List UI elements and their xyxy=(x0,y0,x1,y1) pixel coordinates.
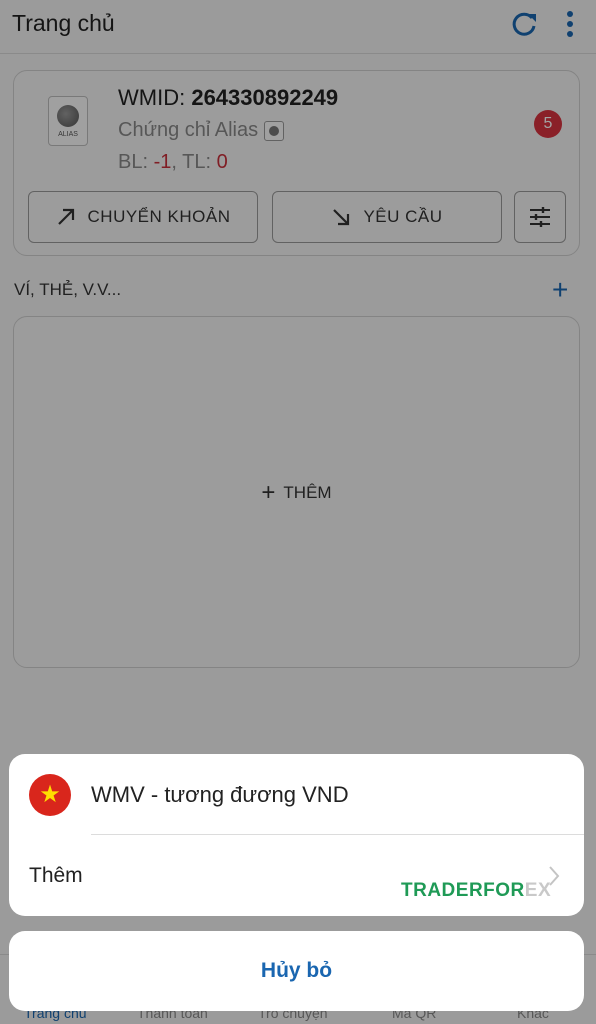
divider xyxy=(91,834,584,835)
cancel-button[interactable]: Hủy bỏ xyxy=(9,931,584,1011)
action-sheet: ★ WMV - tương đương VND Thêm TRADERFOREX xyxy=(9,754,584,916)
currency-option-wmv[interactable]: WMV - tương đương VND xyxy=(91,782,349,808)
vietnam-flag-icon: ★ xyxy=(29,774,71,816)
watermark-part1: TRADERFOR xyxy=(401,880,525,901)
watermark: TRADERFOREX xyxy=(401,880,551,902)
chevron-right-icon xyxy=(549,866,560,886)
more-option[interactable]: Thêm xyxy=(29,864,83,888)
